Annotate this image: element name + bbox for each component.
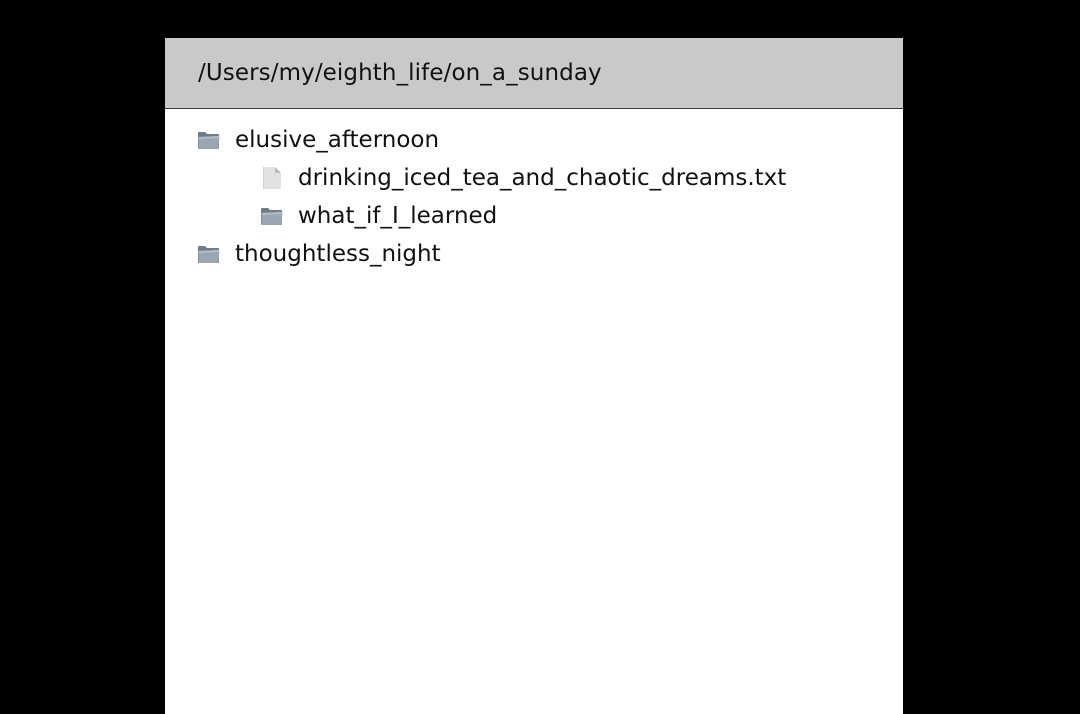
tree-item-what-if-i-learned[interactable]: what_if_I_learned: [165, 197, 903, 235]
folder-icon: [197, 242, 221, 266]
folder-icon: [197, 128, 221, 152]
tree-item-thoughtless-night[interactable]: thoughtless_night: [165, 235, 903, 273]
path-bar: /Users/my/eighth_life/on_a_sunday: [165, 38, 903, 109]
tree-item-drinking-iced-tea[interactable]: drinking_iced_tea_and_chaotic_dreams.txt: [165, 159, 903, 197]
file-tree: elusive_afternoon drinking_iced_tea_and_…: [165, 109, 903, 273]
tree-item-label: elusive_afternoon: [235, 127, 440, 153]
tree-item-elusive-afternoon[interactable]: elusive_afternoon: [165, 121, 903, 159]
file-icon: [260, 166, 284, 190]
tree-item-label: drinking_iced_tea_and_chaotic_dreams.txt: [298, 165, 787, 191]
file-browser-window: /Users/my/eighth_life/on_a_sunday elusiv…: [165, 38, 903, 714]
current-path: /Users/my/eighth_life/on_a_sunday: [198, 60, 602, 86]
folder-icon: [260, 204, 284, 228]
tree-item-label: what_if_I_learned: [298, 203, 498, 229]
tree-item-label: thoughtless_night: [235, 241, 441, 267]
